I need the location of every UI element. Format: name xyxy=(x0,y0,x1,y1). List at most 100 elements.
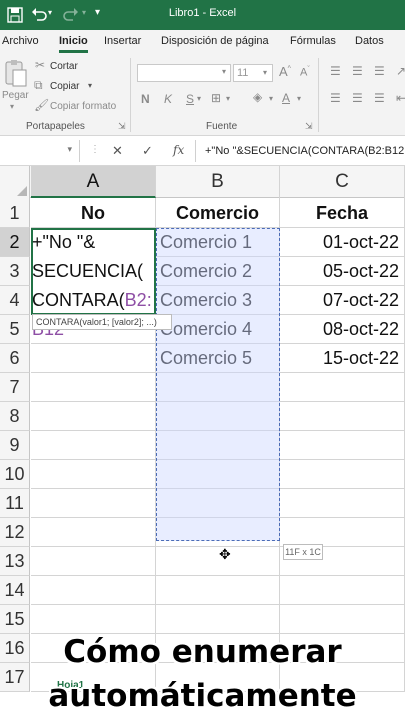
row-header-3[interactable]: 3 xyxy=(0,257,30,286)
cell-a14[interactable] xyxy=(31,576,156,605)
fill-color-dropdown-icon[interactable]: ▾ xyxy=(269,94,273,103)
row-header-2[interactable]: 2 xyxy=(0,228,30,257)
row-header-6[interactable]: 6 xyxy=(0,344,30,373)
cell-b14[interactable] xyxy=(156,576,280,605)
borders-dropdown-icon[interactable]: ▾ xyxy=(226,94,230,103)
font-size-combo[interactable]: 11 ▾ xyxy=(233,64,273,82)
row-header-11[interactable]: 11 xyxy=(0,489,30,518)
enter-icon[interactable]: ✓ xyxy=(142,143,153,159)
row-header-12[interactable]: 12 xyxy=(0,518,30,547)
font-color-icon[interactable]: A xyxy=(282,91,290,105)
italic-button[interactable]: K xyxy=(164,92,172,106)
font-name-dropdown-icon[interactable]: ▾ xyxy=(222,67,226,76)
column-header-c[interactable]: C xyxy=(280,166,405,198)
increase-font-icon[interactable]: A^ xyxy=(279,64,291,79)
align-bottom-icon[interactable]: ☰ xyxy=(374,64,385,78)
row-header-13[interactable]: 13 xyxy=(0,547,30,576)
align-left-icon[interactable]: ☰ xyxy=(330,91,341,105)
cell-a15[interactable] xyxy=(31,605,156,634)
align-right-icon[interactable]: ☰ xyxy=(374,91,385,105)
cell-c8[interactable] xyxy=(280,402,405,431)
name-box[interactable]: ▾ xyxy=(0,140,80,162)
column-header-a[interactable]: A xyxy=(31,166,156,198)
cell-a12[interactable] xyxy=(31,518,156,547)
cell-c4[interactable]: 07-oct-22 xyxy=(280,286,405,315)
row-header-8[interactable]: 8 xyxy=(0,402,30,431)
cell-a10[interactable] xyxy=(31,460,156,489)
fill-color-icon[interactable]: ◈ xyxy=(253,90,262,104)
insert-function-icon[interactable]: fx xyxy=(173,143,184,157)
borders-icon[interactable]: ⊞ xyxy=(211,91,221,105)
format-painter-icon[interactable]: 🖌 xyxy=(34,98,49,112)
cell-a6[interactable] xyxy=(31,344,156,373)
font-size-dropdown-icon[interactable]: ▾ xyxy=(263,68,267,77)
cell-b13[interactable] xyxy=(156,547,280,576)
row-header-1[interactable]: 1 xyxy=(0,198,30,228)
cell-c14[interactable] xyxy=(280,576,405,605)
row-header-14[interactable]: 14 xyxy=(0,576,30,605)
cell-a7[interactable] xyxy=(31,373,156,402)
cell-a13[interactable] xyxy=(31,547,156,576)
font-launcher-icon[interactable]: ⇲ xyxy=(305,121,313,132)
cell-a1[interactable]: No xyxy=(31,198,156,228)
cell-a11[interactable] xyxy=(31,489,156,518)
cell-c3[interactable]: 05-oct-22 xyxy=(280,257,405,286)
font-color-dropdown-icon[interactable]: ▾ xyxy=(297,94,301,103)
cell-c6[interactable]: 15-oct-22 xyxy=(280,344,405,373)
bold-button[interactable]: N xyxy=(141,92,150,106)
copy-label[interactable]: Copiar xyxy=(50,81,79,92)
range-reference-highlight xyxy=(156,228,280,541)
cell-b15[interactable] xyxy=(156,605,280,634)
tab-insertar[interactable]: Insertar xyxy=(104,35,141,47)
cell-a8[interactable] xyxy=(31,402,156,431)
cell-c5[interactable]: 08-oct-22 xyxy=(280,315,405,344)
paste-icon[interactable] xyxy=(4,58,28,88)
tab-inicio[interactable]: Inicio xyxy=(59,35,88,53)
function-argument-tooltip[interactable]: CONTARA(valor1; [valor2]; ...) xyxy=(32,314,172,330)
row-header-15[interactable]: 15 xyxy=(0,605,30,634)
cell-c10[interactable] xyxy=(280,460,405,489)
cell-c1[interactable]: Fecha xyxy=(280,198,405,228)
paste-dropdown-icon[interactable]: ▾ xyxy=(10,102,14,111)
formula-input[interactable]: +"No "&SECUENCIA(CONTARA(B2:B12 xyxy=(205,145,404,157)
font-name-combo[interactable] xyxy=(137,64,231,82)
row-header-9[interactable]: 9 xyxy=(0,431,30,460)
formula-bar-grip-icon[interactable]: ⋮ xyxy=(90,144,100,155)
row-header-7[interactable]: 7 xyxy=(0,373,30,402)
align-top-icon[interactable]: ☰ xyxy=(330,64,341,78)
cell-c15[interactable] xyxy=(280,605,405,634)
underline-button[interactable]: S xyxy=(186,92,194,106)
tab-formulas[interactable]: Fórmulas xyxy=(290,35,336,47)
cell-c11[interactable] xyxy=(280,489,405,518)
cell-c2[interactable]: 01-oct-22 xyxy=(280,228,405,257)
align-center-icon[interactable]: ☰ xyxy=(352,91,363,105)
select-all-button[interactable] xyxy=(0,166,30,198)
column-header-b[interactable]: B xyxy=(156,166,280,198)
copy-icon[interactable]: ⧉ xyxy=(34,78,43,93)
orientation-icon[interactable]: ↗ xyxy=(396,64,405,78)
tab-datos[interactable]: Datos xyxy=(355,35,384,47)
cell-c12[interactable] xyxy=(280,518,405,547)
cut-icon[interactable]: ✂ xyxy=(35,58,45,72)
row-header-5[interactable]: 5 xyxy=(0,315,30,344)
paste-label[interactable]: Pegar xyxy=(2,90,29,101)
cell-a9[interactable] xyxy=(31,431,156,460)
row-header-10[interactable]: 10 xyxy=(0,460,30,489)
clipboard-launcher-icon[interactable]: ⇲ xyxy=(118,121,126,132)
decrease-indent-icon[interactable]: ⇤ xyxy=(396,91,405,105)
cell-c9[interactable] xyxy=(280,431,405,460)
caption-line-2: automáticamente xyxy=(48,678,357,714)
underline-dropdown-icon[interactable]: ▾ xyxy=(197,94,201,103)
cell-c7[interactable] xyxy=(280,373,405,402)
tab-archivo[interactable]: Archivo xyxy=(2,35,39,47)
tab-disposicion[interactable]: Disposición de página xyxy=(161,35,269,47)
row-header-4[interactable]: 4 xyxy=(0,286,30,315)
cancel-icon[interactable]: ✕ xyxy=(112,143,123,159)
align-middle-icon[interactable]: ☰ xyxy=(352,64,363,78)
copy-dropdown-icon[interactable]: ▾ xyxy=(88,81,92,90)
cut-label[interactable]: Cortar xyxy=(50,61,78,72)
decrease-font-icon[interactable]: Aˇ xyxy=(300,66,310,79)
cell-b1[interactable]: Comercio xyxy=(156,198,280,228)
name-box-dropdown-icon[interactable]: ▾ xyxy=(67,144,72,155)
format-painter-label[interactable]: Copiar formato xyxy=(50,101,116,112)
